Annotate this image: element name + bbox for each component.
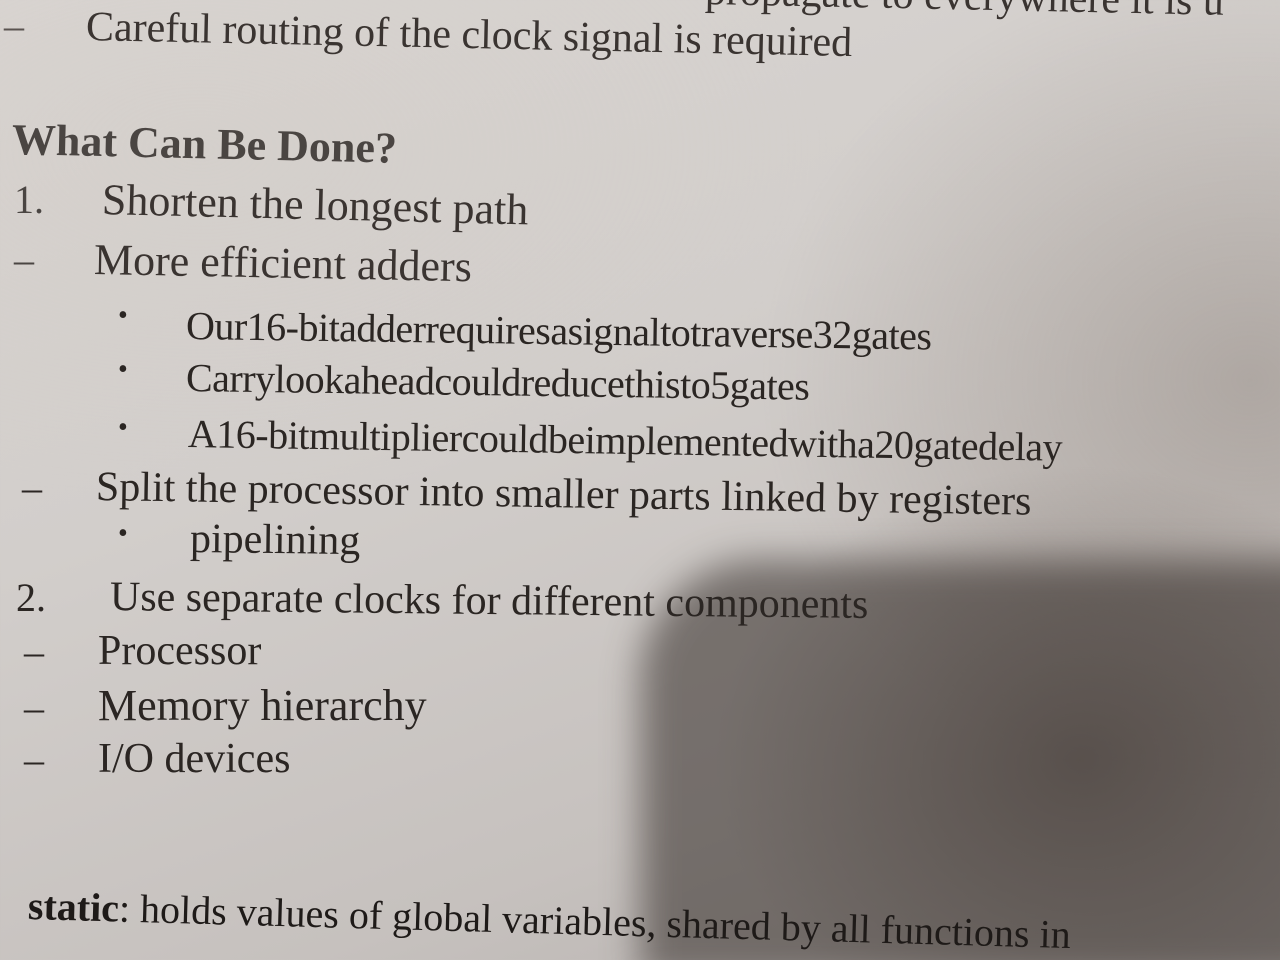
section-heading: What Can Be Done? — [11, 115, 398, 173]
top-dash-marker: – — [4, 3, 24, 48]
item-5-bullet: • — [118, 412, 128, 443]
item-8-marker: 2. — [16, 575, 46, 620]
item-5-text: A16-bitmultipliercouldbeimplementedwitha… — [187, 411, 1063, 470]
item-11-text: I/O devices — [98, 736, 291, 782]
item-10-marker: – — [24, 685, 44, 730]
item-7-bullet: • — [118, 518, 128, 549]
item-1-marker: 1. — [14, 177, 44, 222]
item-9-marker: – — [24, 629, 44, 674]
item-3-text: Our16-bitadderrequiresasignaltotraverse3… — [185, 303, 932, 359]
item-4-text: Carrylookaheadcouldreducethisto5gates — [185, 355, 810, 409]
item-6-text: Split the processor into smaller parts l… — [95, 464, 1032, 525]
static-term: static — [27, 883, 120, 931]
item-10-text: Memory hierarchy — [98, 681, 427, 730]
item-3-bullet: • — [118, 300, 128, 331]
item-9-text: Processor — [98, 628, 262, 674]
item-2-marker: – — [14, 237, 34, 282]
item-4-bullet: • — [118, 354, 128, 385]
item-11-marker: – — [24, 737, 44, 782]
item-2-text: More efficient adders — [93, 235, 473, 292]
item-8-text: Use separate clocks for different compon… — [109, 574, 869, 628]
item-6-marker: – — [22, 465, 42, 510]
item-7-text: pipelining — [189, 516, 361, 565]
item-1-text: Shorten the longest path — [101, 175, 529, 235]
